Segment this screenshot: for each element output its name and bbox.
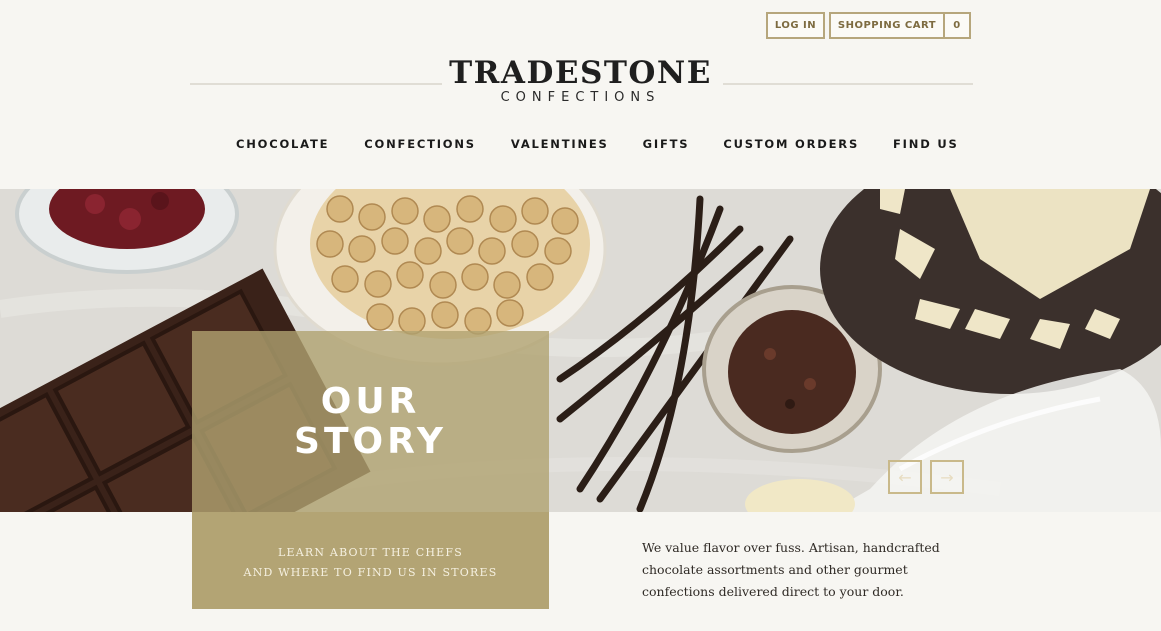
cart-count-badge: 0 — [953, 20, 961, 31]
learn-link-line1: LEARN ABOUT THE CHEFS — [278, 546, 463, 559]
hero-image — [0, 189, 1161, 512]
logo-subtitle: CONFECTIONS — [500, 90, 661, 105]
nav-item-valentines[interactable]: VALENTINES — [511, 137, 609, 151]
arrow-left-icon: ← — [898, 467, 912, 487]
tagline-line1: We value flavor over fuss. Artisan, hand… — [642, 540, 940, 555]
main-nav: CHOCOLATE CONFECTIONS VALENTINES GIFTS C… — [236, 137, 959, 151]
learn-link-line2: AND WHERE TO FIND US IN STORES — [243, 566, 498, 579]
nav-item-gifts[interactable]: GIFTS — [643, 137, 690, 151]
logo-name: TRADESTONE — [449, 55, 712, 91]
hero-photo-illustration — [0, 189, 1161, 512]
our-story-title-line2: STORY — [294, 421, 447, 462]
arrow-right-icon: → — [940, 467, 954, 487]
cart-label: SHOPPING CART — [831, 14, 945, 37]
our-story-title: OUR STORY — [192, 382, 549, 462]
utility-bar: LOG IN SHOPPING CART 0 — [766, 12, 971, 39]
carousel-next-button[interactable]: → — [930, 460, 964, 494]
carousel-prev-button[interactable]: ← — [888, 460, 922, 494]
learn-about-chefs-link[interactable]: LEARN ABOUT THE CHEFS AND WHERE TO FIND … — [192, 543, 549, 583]
nav-item-custom-orders[interactable]: CUSTOM ORDERS — [723, 137, 859, 151]
tagline-line3: confections delivered direct to your doo… — [642, 584, 904, 599]
tagline-line2: chocolate assortments and other gourmet — [642, 562, 908, 577]
site-logo[interactable]: TRADESTONE CONFECTIONS — [0, 55, 1161, 106]
login-button[interactable]: LOG IN — [766, 12, 825, 39]
tagline: We value flavor over fuss. Artisan, hand… — [642, 537, 962, 603]
nav-item-find-us[interactable]: FIND US — [893, 137, 959, 151]
our-story-title-line1: OUR — [320, 381, 421, 422]
nav-item-chocolate[interactable]: CHOCOLATE — [236, 137, 329, 151]
shopping-cart-button[interactable]: SHOPPING CART 0 — [829, 12, 971, 39]
nav-item-confections[interactable]: CONFECTIONS — [364, 137, 476, 151]
